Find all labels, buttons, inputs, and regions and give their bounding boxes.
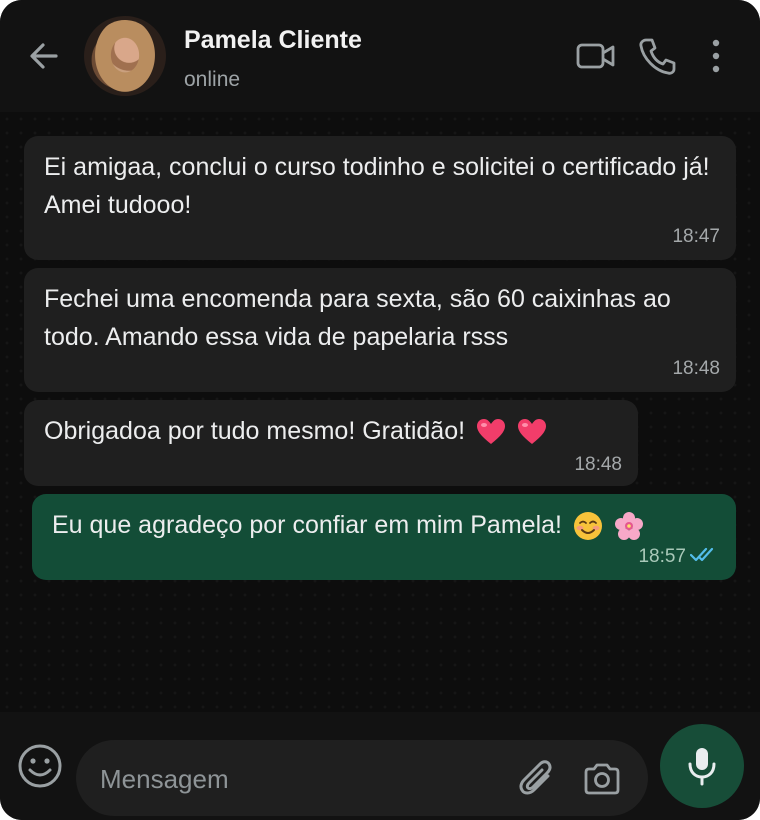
message-text: Ei amigaa, conclui o curso todinho e sol… <box>44 153 710 219</box>
message-list[interactable]: Ei amigaa, conclui o curso todinho e sol… <box>0 112 760 712</box>
message-time: 18:48 <box>672 358 720 379</box>
message-incoming[interactable]: Obrigadoa por tudo mesmo! Gratidão! 18:4… <box>24 400 638 486</box>
mic-icon <box>688 748 716 786</box>
message-time: 18:47 <box>672 226 720 247</box>
message-time: 18:57 <box>638 546 686 567</box>
message-incoming[interactable]: Fechei uma encomenda para sexta, são 60 … <box>24 268 736 392</box>
message-time: 18:48 <box>574 454 622 475</box>
attach-icon[interactable] <box>518 758 558 800</box>
message-composer: Mensagem <box>0 712 760 820</box>
phone-call-icon[interactable] <box>638 36 676 76</box>
cherry-blossom-icon <box>614 512 643 541</box>
back-arrow-icon[interactable] <box>26 38 62 74</box>
voice-message-button[interactable] <box>660 724 744 808</box>
emoji-icon[interactable] <box>16 742 64 790</box>
message-incoming[interactable]: Ei amigaa, conclui o curso todinho e sol… <box>24 136 736 260</box>
avatar[interactable] <box>84 16 166 96</box>
message-text: Eu que agradeço por confiar em mim Pamel… <box>52 511 562 539</box>
message-body: Obrigadoa por tudo mesmo! Gratidão! <box>44 412 622 450</box>
message-body: Eu que agradeço por confiar em mim Pamel… <box>52 506 720 544</box>
message-outgoing[interactable]: Eu que agradeço por confiar em mim Pamel… <box>32 494 736 580</box>
message-input-placeholder: Mensagem <box>100 764 229 794</box>
chat-screen: Pamela Cliente online Ei amigaa, conclui… <box>0 0 760 820</box>
message-text: Obrigadoa por tudo mesmo! Gratidão! <box>44 417 466 445</box>
message-input[interactable]: Mensagem <box>76 740 648 816</box>
more-options-icon[interactable] <box>706 38 726 74</box>
video-call-icon[interactable] <box>576 40 616 72</box>
read-receipt-icon <box>690 547 714 562</box>
heart-icon <box>517 419 546 445</box>
camera-icon[interactable] <box>582 762 622 796</box>
contact-name[interactable]: Pamela Cliente <box>184 26 362 55</box>
chat-header: Pamela Cliente online <box>0 0 760 112</box>
contact-status: online <box>184 68 241 91</box>
smiling-face-icon <box>573 512 602 541</box>
message-text: Fechei uma encomenda para sexta, são 60 … <box>44 285 671 351</box>
heart-icon <box>477 419 506 445</box>
